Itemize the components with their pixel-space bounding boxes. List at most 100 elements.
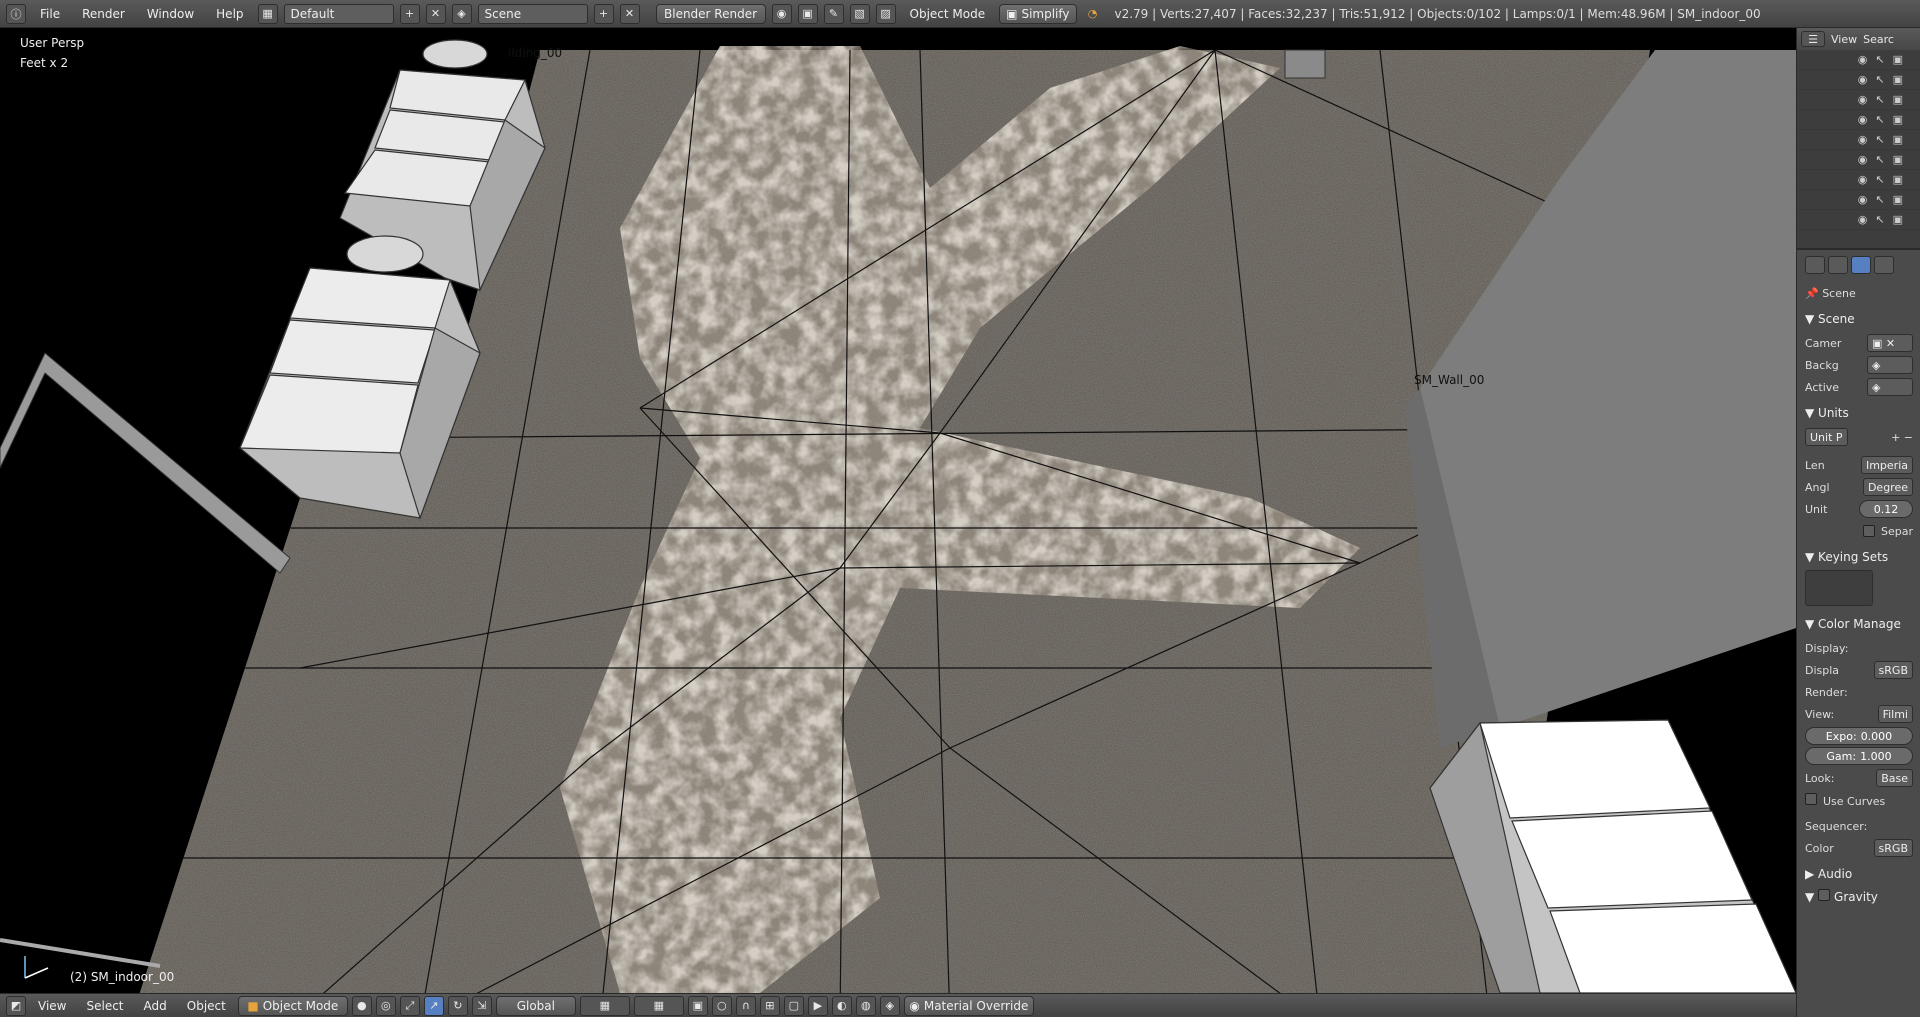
render-icon[interactable]: ◉ bbox=[771, 3, 792, 24]
unit-preset-add-icon[interactable]: + − bbox=[1891, 431, 1913, 444]
outliner-row[interactable]: ◉ ↖ ▣ bbox=[1797, 90, 1920, 110]
outliner-row[interactable]: ◉ ↖ ▣ bbox=[1797, 190, 1920, 210]
snap-magnet-icon[interactable]: ∩ bbox=[735, 995, 756, 1016]
outliner-row[interactable]: ◉ ↖ ▣ bbox=[1797, 50, 1920, 70]
scene-name-field[interactable]: Scene bbox=[477, 3, 588, 24]
info-editor-icon[interactable]: ⓘ bbox=[6, 3, 26, 24]
fx-icon[interactable]: ▧ bbox=[849, 3, 870, 24]
outliner-row[interactable]: ◉ ↖ ▣ bbox=[1797, 110, 1920, 130]
visibility-eye-icon[interactable]: ◉ bbox=[1858, 213, 1868, 226]
display-device-select[interactable]: sRGB bbox=[1873, 661, 1913, 679]
active-field[interactable]: ◈ bbox=[1867, 378, 1913, 396]
snap-element-icon[interactable]: ⊞ bbox=[759, 995, 780, 1016]
menu-file[interactable]: File bbox=[32, 7, 68, 21]
gamma-field[interactable]: Gam: 1.000 bbox=[1805, 747, 1913, 765]
ogl-render-icon[interactable]: ◐ bbox=[831, 995, 852, 1016]
simplify-toggle[interactable]: ▣ Simplify bbox=[999, 3, 1077, 24]
manipulator-icon[interactable]: ⤢ bbox=[399, 995, 420, 1016]
tab-world[interactable] bbox=[1874, 256, 1894, 274]
outliner-row[interactable]: ◉ ↖ ▣ bbox=[1797, 130, 1920, 150]
use-curves-checkbox[interactable] bbox=[1805, 792, 1817, 805]
selectable-cursor-icon[interactable]: ↖ bbox=[1875, 53, 1884, 66]
visibility-eye-icon[interactable]: ◉ bbox=[1858, 113, 1868, 126]
selectable-cursor-icon[interactable]: ↖ bbox=[1875, 213, 1884, 226]
keying-sets-list[interactable] bbox=[1805, 570, 1873, 606]
renderable-camera-icon[interactable]: ▣ bbox=[1893, 153, 1903, 166]
menu-add[interactable]: Add bbox=[136, 999, 175, 1013]
length-select[interactable]: Imperia bbox=[1860, 456, 1913, 474]
tab-scene[interactable] bbox=[1851, 256, 1871, 274]
visibility-eye-icon[interactable]: ◉ bbox=[1858, 133, 1868, 146]
3d-viewport[interactable]: User Persp Feet x 2 ilding_00 SM_Wall_00… bbox=[0, 28, 1796, 993]
sequencer-color-select[interactable]: sRGB bbox=[1873, 839, 1913, 857]
outliner-view-menu[interactable]: View bbox=[1831, 33, 1857, 46]
background-field[interactable]: ◈ bbox=[1867, 356, 1913, 374]
selectable-cursor-icon[interactable]: ↖ bbox=[1875, 93, 1884, 106]
selectable-cursor-icon[interactable]: ↖ bbox=[1875, 193, 1884, 206]
screen-layout-icon[interactable]: ▦ bbox=[257, 3, 278, 24]
separate-checkbox[interactable] bbox=[1863, 525, 1875, 537]
outliner-search[interactable]: Searc bbox=[1863, 33, 1894, 46]
renderable-camera-icon[interactable]: ▣ bbox=[1893, 93, 1903, 106]
pivot-point-icon[interactable]: ◎ bbox=[375, 995, 396, 1016]
section-scene[interactable]: ▼ Scene bbox=[1805, 312, 1913, 326]
renderable-camera-icon[interactable]: ▣ bbox=[1893, 193, 1903, 206]
visibility-eye-icon[interactable]: ◉ bbox=[1858, 73, 1868, 86]
selectable-cursor-icon[interactable]: ↖ bbox=[1875, 153, 1884, 166]
renderable-camera-icon[interactable]: ▣ bbox=[1893, 73, 1903, 86]
layout-name-field[interactable]: Default bbox=[283, 3, 394, 24]
render-region-icon[interactable]: ▣ bbox=[797, 3, 818, 24]
gravity-checkbox[interactable] bbox=[1818, 889, 1831, 901]
add-scene-icon[interactable]: + bbox=[593, 3, 614, 24]
layers-left-icon[interactable]: ▦ bbox=[579, 995, 630, 1016]
editor-type-icon[interactable]: ◩ bbox=[6, 995, 26, 1016]
transform-orientation-select[interactable]: Global bbox=[495, 995, 576, 1016]
selectable-cursor-icon[interactable]: ↖ bbox=[1875, 73, 1884, 86]
tab-render[interactable] bbox=[1805, 256, 1825, 274]
visibility-eye-icon[interactable]: ◉ bbox=[1858, 173, 1868, 186]
renderable-camera-icon[interactable]: ▣ bbox=[1893, 173, 1903, 186]
proportional-edit-icon[interactable]: ○ bbox=[711, 995, 732, 1016]
remove-scene-icon[interactable]: ✕ bbox=[619, 3, 640, 24]
outliner-row[interactable]: ◉ ↖ ▣ bbox=[1797, 150, 1920, 170]
outliner-row[interactable]: ◉ ↖ ▣ bbox=[1797, 70, 1920, 90]
add-layout-icon[interactable]: + bbox=[399, 3, 420, 24]
menu-view[interactable]: View bbox=[30, 999, 74, 1013]
visibility-eye-icon[interactable]: ◉ bbox=[1858, 53, 1868, 66]
visibility-eye-icon[interactable]: ◉ bbox=[1858, 193, 1868, 206]
rotate-icon[interactable]: ↻ bbox=[447, 995, 468, 1016]
menu-select[interactable]: Select bbox=[78, 999, 131, 1013]
render-still-icon[interactable]: ▢ bbox=[783, 995, 804, 1016]
renderable-camera-icon[interactable]: ▣ bbox=[1893, 133, 1903, 146]
remove-layout-icon[interactable]: ✕ bbox=[425, 3, 446, 24]
section-keying-sets[interactable]: ▼ Keying Sets bbox=[1805, 550, 1913, 564]
unit-presets-select[interactable]: Unit P bbox=[1805, 428, 1848, 446]
section-audio[interactable]: ▶ Audio bbox=[1805, 867, 1913, 881]
layers-right-icon[interactable]: ▦ bbox=[633, 995, 684, 1016]
fx2-icon[interactable]: ▨ bbox=[875, 3, 896, 24]
outliner-row[interactable]: ◉ ↖ ▣ bbox=[1797, 170, 1920, 190]
viewport-shading-icon[interactable]: ● bbox=[351, 995, 372, 1016]
outliner-editor-icon[interactable]: ☰ bbox=[1801, 31, 1825, 47]
render-anim-icon[interactable]: ▶ bbox=[807, 995, 828, 1016]
scene-icon[interactable]: ◈ bbox=[451, 3, 472, 24]
lock-layers-icon[interactable]: ▣ bbox=[687, 995, 708, 1016]
exposure-field[interactable]: Expo: 0.000 bbox=[1805, 727, 1913, 745]
renderable-camera-icon[interactable]: ▣ bbox=[1893, 113, 1903, 126]
camera-field[interactable]: ▣ ✕ bbox=[1867, 334, 1913, 352]
onion-icon[interactable]: ◍ bbox=[855, 995, 876, 1016]
section-color-management[interactable]: ▼ Color Manage bbox=[1805, 617, 1913, 631]
selectable-cursor-icon[interactable]: ↖ bbox=[1875, 173, 1884, 186]
translate-icon[interactable]: ↗ bbox=[423, 995, 444, 1016]
selectable-cursor-icon[interactable]: ↖ bbox=[1875, 113, 1884, 126]
overlay-icon[interactable]: ◈ bbox=[879, 995, 900, 1016]
menu-render[interactable]: Render bbox=[74, 7, 133, 21]
section-gravity[interactable]: ▼ Gravity bbox=[1805, 889, 1913, 904]
selectable-cursor-icon[interactable]: ↖ bbox=[1875, 133, 1884, 146]
view-transform-select[interactable]: Filmi bbox=[1877, 705, 1913, 723]
menu-window[interactable]: Window bbox=[139, 7, 202, 21]
menu-help[interactable]: Help bbox=[208, 7, 251, 21]
menu-object[interactable]: Object bbox=[179, 999, 234, 1013]
tab-layers[interactable] bbox=[1828, 256, 1848, 274]
look-select[interactable]: Base bbox=[1876, 769, 1913, 787]
